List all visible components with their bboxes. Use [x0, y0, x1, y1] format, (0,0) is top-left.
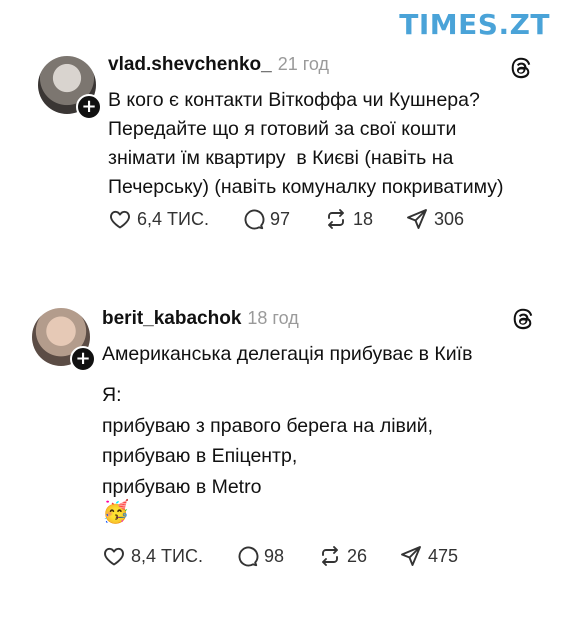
repost-icon	[322, 546, 338, 566]
share-icon	[407, 209, 427, 229]
like-count: 8,4 ТИС.	[131, 545, 203, 566]
share-count: 475	[428, 545, 459, 566]
username[interactable]: berit_kabachok	[102, 308, 241, 329]
comment-icon	[238, 546, 259, 567]
post-header: berit_kabachok 18 год	[102, 308, 299, 330]
repost-count: 18	[353, 208, 374, 229]
post-time: 18 год	[247, 308, 299, 328]
avatar[interactable]: +	[32, 308, 96, 372]
heart-icon	[104, 547, 124, 566]
follow-plus-icon[interactable]: +	[70, 346, 96, 372]
username[interactable]: vlad.shevchenko_	[108, 54, 272, 75]
share-icon	[401, 546, 421, 566]
threads-icon[interactable]	[509, 56, 533, 80]
repost-icon	[328, 209, 344, 229]
comment-count: 98	[264, 545, 285, 566]
heart-icon	[110, 210, 130, 229]
post-actions: 6,4 ТИС. 97 18 306	[108, 207, 464, 231]
post-actions: 8,4 ТИС. 98 26 475	[102, 544, 458, 568]
like-button[interactable]: 8,4 ТИС.	[102, 544, 235, 568]
times-zt-watermark: TIMES.ZT	[399, 8, 550, 41]
threads-icon[interactable]	[511, 307, 535, 331]
share-button[interactable]: 475	[399, 544, 458, 568]
follow-plus-icon[interactable]: +	[76, 94, 102, 120]
like-count: 6,4 ТИС.	[137, 208, 209, 229]
party-face-emoji: 🥳	[102, 500, 130, 525]
post-text-body: Я: прибуваю з правого берега на лівий, п…	[102, 384, 434, 498]
post-text: В кого є контакти Віткоффа чи Кушнера? П…	[108, 89, 504, 198]
comment-button[interactable]: 98	[235, 544, 318, 568]
share-count: 306	[434, 208, 465, 229]
repost-button[interactable]: 26	[318, 544, 399, 568]
post-header: vlad.shevchenko_ 21 год	[108, 54, 329, 76]
avatar[interactable]: +	[38, 56, 102, 120]
like-button[interactable]: 6,4 ТИС.	[108, 207, 241, 231]
repost-button[interactable]: 18	[324, 207, 405, 231]
repost-count: 26	[347, 545, 368, 566]
share-button[interactable]: 306	[405, 207, 464, 231]
comment-button[interactable]: 97	[241, 207, 324, 231]
comment-count: 97	[270, 208, 291, 229]
comment-icon	[244, 209, 265, 230]
post-time: 21 год	[277, 54, 330, 74]
post-text-headline: Американська делегація прибуває в Київ	[102, 343, 473, 365]
